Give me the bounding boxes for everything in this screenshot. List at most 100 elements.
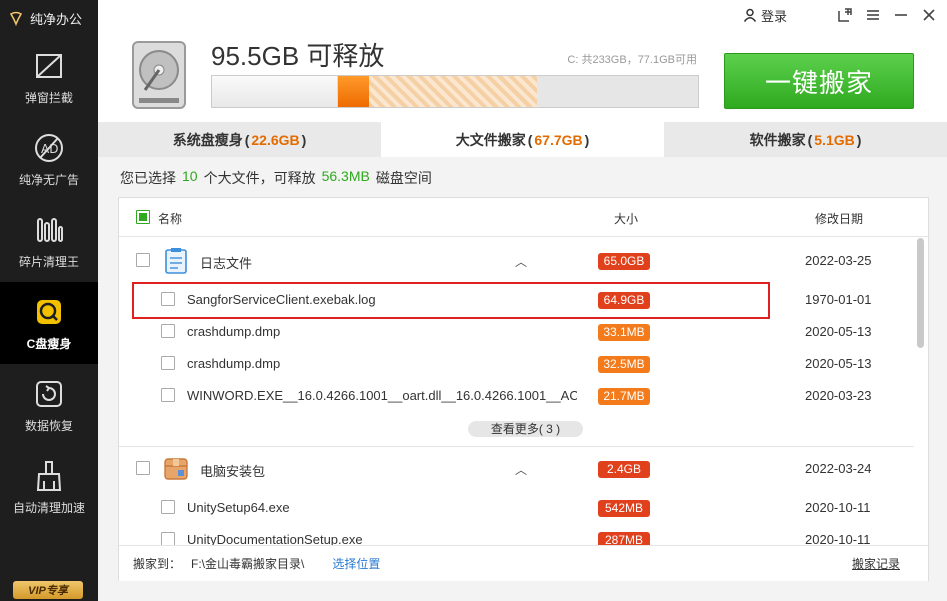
close-icon bbox=[923, 9, 935, 21]
select-all-checkbox[interactable] bbox=[136, 210, 150, 224]
move-record-link[interactable]: 搬家记录 bbox=[852, 555, 900, 572]
disk-usage-bar bbox=[211, 75, 699, 108]
file-checkbox[interactable] bbox=[161, 324, 175, 338]
group-row-installers[interactable]: 电脑安装包 ︿ 2.4GB 2022-03-24 bbox=[119, 453, 914, 485]
freeable-size: 95.5GB 可释放 bbox=[211, 41, 385, 71]
usage-freeable-segment bbox=[369, 76, 537, 107]
sidebar-item-label: 碎片清理王 bbox=[18, 254, 79, 269]
file-date: 1970-01-01 bbox=[805, 292, 872, 307]
file-name: UnityDocumentationSetup.exe bbox=[187, 532, 363, 545]
disk-slim-icon bbox=[37, 299, 61, 324]
one-click-move-button[interactable]: 一键搬家 bbox=[724, 53, 914, 109]
file-name: UnitySetup64.exe bbox=[187, 500, 290, 515]
move-to-label: 搬家到： bbox=[133, 557, 182, 571]
file-row[interactable]: UnitySetup64.exe 542MB 2020-10-11 bbox=[119, 492, 914, 524]
minimize-icon bbox=[895, 14, 907, 16]
file-list-panel: 名称 大小 修改日期 日志文件 ︿ 65.0GB 2022-03-25 Sang… bbox=[118, 197, 929, 581]
skin-button[interactable] bbox=[831, 1, 859, 29]
fragment-clean-icon bbox=[37, 217, 63, 242]
sidebar-item-disk-slim[interactable]: C盘瘦身 bbox=[0, 282, 98, 364]
disk-capacity-info: C: 共233GB，77.1GB可用 bbox=[567, 54, 697, 66]
group-row-log-files[interactable]: 日志文件 ︿ 65.0GB 2022-03-25 bbox=[119, 245, 914, 277]
file-date: 2020-05-13 bbox=[805, 356, 872, 371]
menu-button[interactable] bbox=[859, 1, 887, 29]
app-logo-icon bbox=[9, 11, 23, 26]
sidebar-item-label: C盘瘦身 bbox=[26, 336, 72, 351]
file-checkbox[interactable] bbox=[161, 532, 175, 545]
file-size-badge: 287MB bbox=[598, 532, 650, 545]
choose-location-link[interactable]: 选择位置 bbox=[332, 555, 380, 572]
collapse-chevron-up-icon[interactable]: ︿ bbox=[515, 461, 527, 478]
group-checkbox[interactable] bbox=[136, 253, 150, 267]
tab-label: 软件搬家 bbox=[749, 131, 806, 148]
minimize-button[interactable] bbox=[887, 1, 915, 29]
sidebar-item-data-recovery[interactable]: 数据恢复 bbox=[0, 364, 98, 446]
file-size-badge: 33.1MB bbox=[598, 324, 650, 341]
vip-badge[interactable]: VIP专享 bbox=[13, 581, 83, 599]
sidebar-item-label: 纯净无广告 bbox=[18, 172, 79, 187]
summary-suffix: 磁盘空间 bbox=[375, 170, 432, 186]
tab-count: 67.7GB bbox=[534, 131, 583, 148]
tab-software-move[interactable]: 软件搬家 (5.1GB) bbox=[664, 122, 947, 157]
sidebar-item-label: 弹窗拦截 bbox=[24, 90, 73, 105]
file-checkbox[interactable] bbox=[161, 500, 175, 514]
user-icon bbox=[743, 8, 757, 22]
file-row[interactable]: crashdump.dmp 32.5MB 2020-05-13 bbox=[119, 348, 914, 380]
red-highlight-box bbox=[132, 282, 770, 319]
sidebar-item-ad-block[interactable]: AD 纯净无广告 bbox=[0, 118, 98, 200]
log-file-icon bbox=[165, 248, 187, 274]
tab-count: 5.1GB bbox=[814, 131, 855, 148]
menu-icon bbox=[867, 10, 879, 20]
file-row[interactable]: crashdump.dmp 33.1MB 2020-05-13 bbox=[119, 316, 914, 348]
login-button[interactable]: 登录 bbox=[743, 6, 787, 25]
close-button[interactable] bbox=[915, 1, 943, 29]
tab-system-disk-slim[interactable]: 系统盘瘦身 (22.6GB) bbox=[98, 122, 381, 157]
move-target-path: F:\金山毒霸搬家目录\ bbox=[191, 557, 305, 571]
tab-label: 系统盘瘦身 bbox=[172, 131, 243, 148]
skin-icon bbox=[838, 8, 852, 22]
auto-clean-icon bbox=[36, 460, 62, 491]
file-date: 2020-10-11 bbox=[805, 500, 871, 515]
summary-middle: 个大文件，可释放 bbox=[203, 170, 316, 186]
sidebar-item-popup-block[interactable]: 弹窗拦截 bbox=[0, 36, 98, 118]
tab-large-file-move[interactable]: 大文件搬家 (67.7GB) bbox=[381, 122, 664, 157]
file-size-badge: 542MB bbox=[598, 500, 650, 517]
package-icon bbox=[164, 458, 188, 480]
file-row[interactable]: UnityDocumentationSetup.exe 287MB 2020-1… bbox=[119, 524, 914, 545]
file-name: crashdump.dmp bbox=[187, 324, 281, 339]
file-size-badge: 21.7MB bbox=[598, 388, 650, 405]
column-size: 大小 bbox=[614, 212, 639, 226]
group-divider bbox=[119, 446, 914, 447]
popup-block-icon bbox=[36, 53, 62, 78]
sidebar-item-label: 自动清理加速 bbox=[12, 500, 85, 515]
footer-bar: 搬家到： F:\金山毒霸搬家目录\ 选择位置 搬家记录 bbox=[119, 545, 928, 581]
column-name: 名称 bbox=[158, 212, 183, 226]
selected-size: 56.3MB bbox=[321, 168, 370, 184]
usage-selected-segment bbox=[338, 76, 370, 107]
file-row[interactable]: WINWORD.EXE__16.0.4266.1001__oart.dll__1… bbox=[119, 380, 914, 412]
file-date: 2020-03-23 bbox=[805, 388, 872, 403]
selected-count: 10 bbox=[182, 168, 198, 184]
list-header: 名称 大小 修改日期 bbox=[119, 198, 928, 237]
group-checkbox[interactable] bbox=[136, 461, 150, 475]
file-checkbox[interactable] bbox=[161, 356, 175, 370]
tab-bar: 系统盘瘦身 (22.6GB) 大文件搬家 (67.7GB) 软件搬家 (5.1G… bbox=[98, 122, 947, 157]
group-size-badge: 2.4GB bbox=[598, 461, 650, 478]
sidebar-item-auto-clean[interactable]: 自动清理加速 bbox=[0, 446, 98, 528]
summary-prefix: 您已选择 bbox=[120, 170, 176, 186]
hard-disk-icon bbox=[132, 41, 186, 109]
window-controls: 登录 bbox=[743, 0, 947, 30]
scroll-thumb[interactable] bbox=[917, 238, 924, 348]
list-scrollbar[interactable] bbox=[917, 238, 925, 528]
file-checkbox[interactable] bbox=[161, 388, 175, 402]
group-name: 日志文件 bbox=[200, 256, 253, 271]
sidebar-item-label: 数据恢复 bbox=[24, 418, 73, 433]
group-size-badge: 65.0GB bbox=[598, 253, 650, 270]
file-date: 2020-10-11 bbox=[805, 532, 871, 545]
data-recovery-icon bbox=[36, 380, 62, 407]
collapse-chevron-up-icon[interactable]: ︿ bbox=[515, 253, 527, 270]
see-more-button[interactable]: 查看更多( 3 ) bbox=[468, 421, 583, 437]
sidebar-item-fragment-clean[interactable]: 碎片清理王 bbox=[0, 200, 98, 282]
tab-label: 大文件搬家 bbox=[455, 131, 526, 148]
selection-summary: 您已选择 10 个大文件，可释放 56.3MB 磁盘空间 bbox=[120, 168, 432, 188]
